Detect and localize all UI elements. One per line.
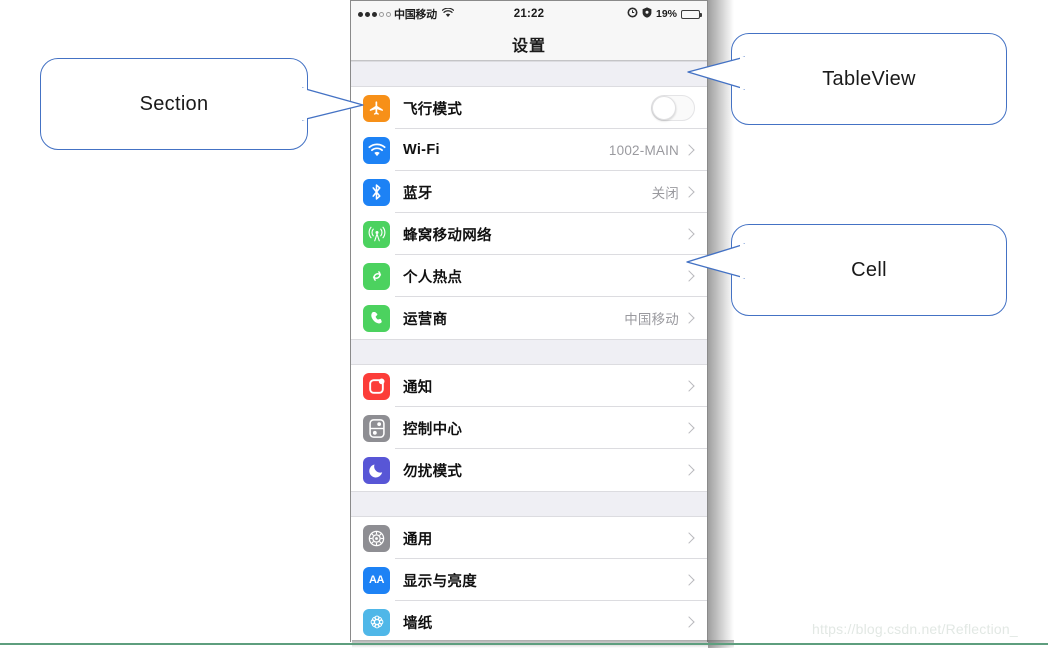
section-gap [351, 61, 707, 87]
table-cell[interactable]: 控制中心 [351, 407, 707, 449]
callout-cell-tail [686, 243, 752, 279]
cell-title: 勿扰模式 [403, 463, 463, 480]
settings-tableview[interactable]: 飞行模式 Wi-Fi 1002-MAIN 蓝牙 关闭蜂窝移动网络 个人热点运营商 中国移动通… [351, 61, 707, 642]
callout-tableview: TableView [687, 33, 1007, 125]
rotation-lock-icon [642, 7, 652, 21]
cell-accessory [683, 270, 695, 282]
table-cell[interactable]: 运营商 中国移动 [351, 297, 707, 339]
cell-title: 运营商 [403, 311, 448, 328]
alarm-clock-icon [627, 7, 638, 21]
cell-accessory [683, 616, 695, 628]
cell-title: 蜂窝移动网络 [403, 227, 492, 244]
table-cell[interactable]: 通知 [351, 365, 707, 407]
section-gap [351, 339, 707, 365]
status-bar-right: 19% [627, 7, 702, 21]
moon-icon [363, 456, 390, 484]
bottom-divider [0, 643, 1048, 645]
chevron-right-icon [683, 464, 695, 476]
callout-tableview-tail [687, 56, 752, 90]
nav-bar: 设置 [351, 27, 707, 61]
phone-handset-icon [363, 304, 390, 332]
display-brightness-icon: AA [363, 566, 390, 594]
cell-accessory: 中国移动 [624, 308, 695, 328]
cell-accessory [651, 95, 695, 121]
cell-accessory [683, 380, 695, 392]
table-cell[interactable]: 墙纸 [351, 601, 707, 642]
wallpaper-icon [363, 608, 390, 636]
bluetooth-icon [363, 178, 390, 206]
callout-section: Section [40, 58, 364, 150]
cell-accessory [683, 464, 695, 476]
chevron-right-icon [683, 312, 695, 324]
watermark: https://blog.csdn.net/Reflection_ [812, 621, 1018, 637]
airplane-mode-toggle[interactable] [651, 95, 695, 121]
table-cell[interactable]: AA 显示与亮度 [351, 559, 707, 601]
cell-title: 通知 [403, 379, 433, 396]
cell-title: 墙纸 [403, 615, 433, 632]
table-section: 飞行模式 Wi-Fi 1002-MAIN 蓝牙 关闭蜂窝移动网络 个人热点运营商 中国移动 [351, 87, 707, 339]
cell-title: Wi-Fi [403, 142, 440, 158]
chevron-right-icon [683, 186, 695, 198]
battery-percent-label: 19% [655, 8, 677, 20]
table-cell[interactable]: 通用 [351, 517, 707, 559]
chevron-right-icon [683, 574, 695, 586]
cell-title: 飞行模式 [403, 101, 463, 118]
cell-detail-value: 1002-MAIN [608, 142, 679, 158]
chevron-right-icon [683, 228, 695, 240]
cell-detail-value: 中国移动 [624, 312, 679, 327]
cell-accessory [683, 532, 695, 544]
battery-icon [681, 9, 702, 19]
personal-hotspot-icon [363, 262, 390, 290]
section-gap [351, 491, 707, 517]
callout-cell: Cell [686, 224, 1007, 316]
cell-title: 个人热点 [403, 269, 463, 286]
cell-accessory [683, 422, 695, 434]
cell-accessory: 关闭 [652, 182, 695, 202]
chevron-right-icon [683, 270, 695, 282]
status-bar: 中国移动 21:22 19% [351, 1, 707, 27]
notification-icon [363, 372, 390, 400]
control-center-icon [363, 414, 390, 442]
cell-title: 显示与亮度 [403, 573, 477, 590]
cell-accessory [683, 228, 695, 240]
cell-title: 蓝牙 [403, 185, 433, 202]
cell-accessory: 1002-MAIN [609, 143, 695, 158]
table-section: 通用 AA 显示与亮度墙纸 [351, 517, 707, 642]
chevron-right-icon [683, 144, 695, 156]
cell-accessory [683, 574, 695, 586]
cell-detail-value: 关闭 [651, 186, 679, 201]
table-cell[interactable]: 蓝牙 关闭 [351, 171, 707, 213]
airplane-icon [363, 94, 390, 122]
table-cell[interactable]: 蜂窝移动网络 [351, 213, 707, 255]
wifi-icon [363, 136, 390, 164]
gear-icon [363, 524, 390, 552]
table-section: 通知控制中心勿扰模式 [351, 365, 707, 491]
phone-screenshot: 中国移动 21:22 19% 设置 飞行模式 Wi-Fi 1002-MAIN 蓝… [350, 0, 708, 642]
table-cell[interactable]: 勿扰模式 [351, 449, 707, 491]
chevron-right-icon [683, 616, 695, 628]
chevron-right-icon [683, 380, 695, 392]
cellular-tower-icon [363, 220, 390, 248]
table-cell[interactable]: 个人热点 [351, 255, 707, 297]
cell-title: 控制中心 [403, 421, 463, 438]
cell-title: 通用 [403, 531, 433, 548]
page-title: 设置 [511, 37, 546, 55]
table-cell[interactable]: Wi-Fi 1002-MAIN [351, 129, 707, 171]
table-cell[interactable]: 飞行模式 [351, 87, 707, 129]
callout-section-tail [297, 87, 364, 121]
chevron-right-icon [683, 532, 695, 544]
chevron-right-icon [683, 422, 695, 434]
